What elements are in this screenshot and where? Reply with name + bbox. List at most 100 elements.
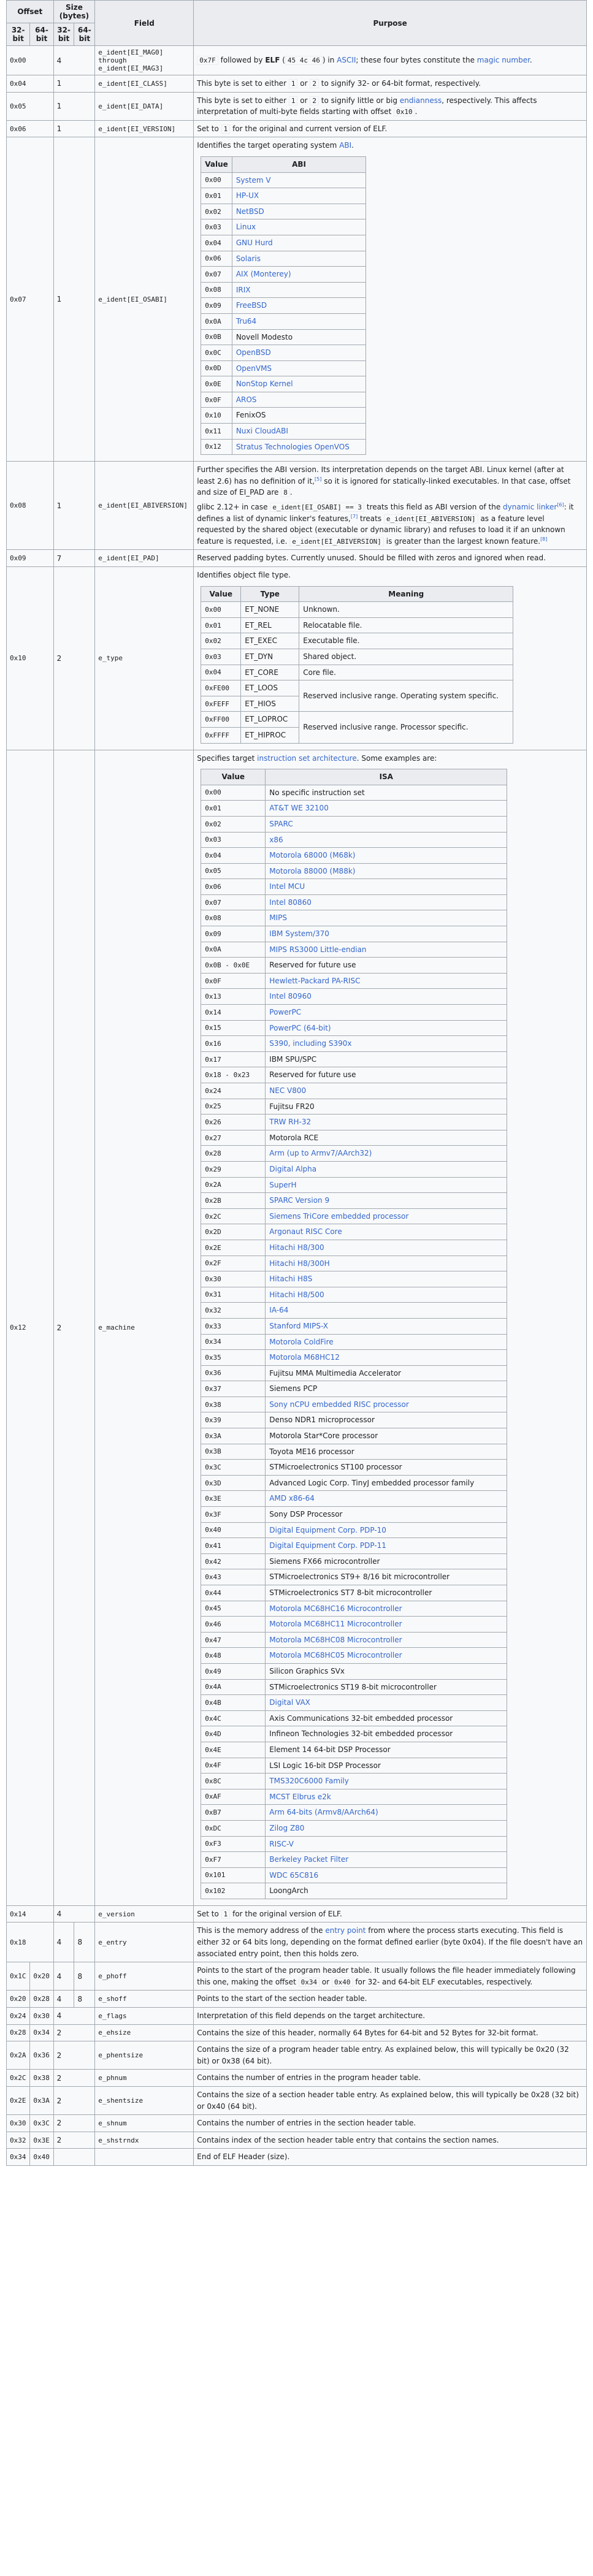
- osabi-name-link[interactable]: Linux: [236, 223, 256, 231]
- osabi-name: FreeBSD: [231, 297, 367, 314]
- osabi-name-link[interactable]: NetBSD: [236, 207, 264, 216]
- machine-isa-link[interactable]: SPARC: [269, 820, 293, 828]
- machine-row: 0x45 Motorola MC68HC16 Microcontroller: [201, 1600, 508, 1617]
- osabi-name-link[interactable]: System V: [236, 176, 271, 185]
- table-row: 0x28 0x34 2 e_ehsize Contains the size o…: [6, 2024, 587, 2042]
- machine-value: 0x2B: [201, 1192, 266, 1209]
- reference-link[interactable]: [8]: [540, 536, 547, 542]
- machine-isa-link[interactable]: IA-64: [269, 1306, 288, 1314]
- endianness-link[interactable]: endianness: [400, 96, 442, 105]
- osabi-name-link[interactable]: GNU Hurd: [236, 238, 273, 247]
- size-cell: 1: [53, 75, 96, 93]
- table-row: 0x32 0x3E 2 e_shstrndx Contains index of…: [6, 2131, 587, 2149]
- machine-isa-link[interactable]: Hitachi H8/500: [269, 1290, 324, 1299]
- osabi-name-link[interactable]: Nuxi CloudABI: [236, 427, 288, 435]
- machine-isa-link[interactable]: x86: [269, 836, 283, 844]
- osabi-name-link[interactable]: Solaris: [236, 254, 261, 263]
- reference-link[interactable]: [5]: [315, 476, 321, 482]
- size-64-header: 64-bit: [74, 23, 96, 46]
- machine-isa-link[interactable]: Intel 80960: [269, 992, 312, 1000]
- machine-isa-link[interactable]: Digital Alpha: [269, 1165, 316, 1173]
- isa-link[interactable]: instruction set architecture: [257, 754, 357, 763]
- machine-isa-link[interactable]: Hewlett-Packard PA-RISC: [269, 977, 360, 985]
- machine-isa-link[interactable]: Motorola MC68HC16 Microcontroller: [269, 1604, 402, 1613]
- osabi-name-link[interactable]: Stratus Technologies OpenVOS: [236, 443, 350, 451]
- magic-number-link[interactable]: magic number: [477, 56, 530, 64]
- reference-link[interactable]: [7]: [351, 514, 358, 519]
- machine-isa-link[interactable]: Sony nCPU embedded RISC processor: [269, 1400, 409, 1409]
- machine-isa-link[interactable]: Digital VAX: [269, 1698, 310, 1707]
- offset-64-cell: 0x3E: [29, 2131, 54, 2149]
- machine-row: 0x39 Denso NDR1 microprocessor: [201, 1412, 508, 1429]
- machine-isa: Stanford MIPS-X: [265, 1317, 508, 1335]
- machine-isa-link[interactable]: SPARC Version 9: [269, 1196, 329, 1205]
- machine-isa-link[interactable]: Intel 80860: [269, 898, 312, 907]
- machine-isa-link[interactable]: Motorola M68HC12: [269, 1353, 340, 1362]
- offset-cell: 0x09: [6, 549, 54, 567]
- dynamic-linker-link[interactable]: dynamic linker: [503, 503, 557, 511]
- machine-isa-link[interactable]: Motorola MC68HC11 Microcontroller: [269, 1620, 402, 1628]
- machine-isa: Motorola MC68HC11 Microcontroller: [265, 1616, 508, 1633]
- osabi-name-link[interactable]: Tru64: [236, 317, 256, 326]
- machine-isa-link[interactable]: Arm (up to Armv7/AArch32): [269, 1149, 372, 1157]
- abi-header: ABI: [231, 156, 367, 173]
- machine-isa: SuperH: [265, 1176, 508, 1194]
- machine-isa: Sony nCPU embedded RISC processor: [265, 1396, 508, 1413]
- machine-isa-link[interactable]: Hitachi H8/300: [269, 1243, 324, 1252]
- machine-isa-link[interactable]: Hitachi H8/300H: [269, 1259, 329, 1268]
- machine-isa-link[interactable]: TMS320C6000 Family: [269, 1777, 349, 1785]
- machine-isa-link[interactable]: RISC-V: [269, 1840, 294, 1848]
- ascii-link[interactable]: ASCII: [337, 56, 356, 64]
- purpose-cell: Contains the number of entries in the se…: [193, 2114, 587, 2132]
- machine-isa-link[interactable]: PowerPC (64-bit): [269, 1024, 331, 1032]
- reference-link[interactable]: [6]: [557, 502, 564, 508]
- machine-isa-link[interactable]: Arm 64-bits (Armv8/AArch64): [269, 1808, 378, 1816]
- machine-isa: MCST Elbrus e2k: [265, 1788, 508, 1805]
- osabi-name-link[interactable]: OpenBSD: [236, 348, 271, 357]
- abi-link[interactable]: ABI: [339, 141, 351, 150]
- machine-isa-link[interactable]: IBM System/370: [269, 929, 329, 938]
- machine-isa-link[interactable]: S390, including S390x: [269, 1039, 351, 1048]
- machine-isa-link[interactable]: Stanford MIPS-X: [269, 1322, 328, 1330]
- machine-isa-link[interactable]: Motorola 68000 (M68k): [269, 851, 355, 859]
- machine-isa-link[interactable]: Motorola MC68HC08 Microcontroller: [269, 1636, 402, 1644]
- code: 45 4c 46: [285, 56, 323, 66]
- machine-value: 0xF3: [201, 1835, 266, 1853]
- machine-isa-link[interactable]: SuperH: [269, 1181, 296, 1189]
- machine-isa-link[interactable]: MIPS: [269, 913, 287, 922]
- machine-isa-link[interactable]: MIPS RS3000 Little-endian: [269, 945, 366, 954]
- machine-isa-link[interactable]: Digital Equipment Corp. PDP-10: [269, 1526, 386, 1534]
- machine-isa-link[interactable]: Berkeley Packet Filter: [269, 1855, 348, 1864]
- machine-isa-link[interactable]: Digital Equipment Corp. PDP-11: [269, 1541, 386, 1550]
- machine-isa-link[interactable]: AT&T WE 32100: [269, 804, 329, 812]
- osabi-name-link[interactable]: AROS: [236, 395, 257, 404]
- offset-64-cell: 0x36: [29, 2041, 54, 2070]
- osabi-row: 0x06 Solaris: [201, 250, 367, 267]
- osabi-name-link[interactable]: IRIX: [236, 286, 251, 294]
- machine-isa-link[interactable]: Zilog Z80: [269, 1824, 304, 1832]
- machine-row: 0x02 SPARC: [201, 815, 508, 833]
- osabi-name-link[interactable]: FreeBSD: [236, 301, 267, 310]
- machine-isa-link[interactable]: Motorola ColdFire: [269, 1338, 333, 1346]
- entry-point-link[interactable]: entry point: [325, 1926, 365, 1935]
- machine-isa-link[interactable]: Intel MCU: [269, 882, 305, 891]
- machine-isa-link[interactable]: TRW RH-32: [269, 1118, 311, 1126]
- machine-isa-link[interactable]: Siemens TriCore embedded processor: [269, 1212, 408, 1221]
- machine-isa: Reserved for future use: [265, 1067, 508, 1083]
- machine-isa-link[interactable]: Argonaut RISC Core: [269, 1227, 342, 1236]
- machine-isa-link[interactable]: Motorola 88000 (M88k): [269, 867, 355, 875]
- machine-isa-link[interactable]: Motorola MC68HC05 Microcontroller: [269, 1651, 402, 1660]
- machine-isa: Silicon Graphics SVx: [265, 1663, 508, 1680]
- osabi-name-link[interactable]: AIX (Monterey): [236, 270, 291, 278]
- machine-isa-link[interactable]: Hitachi H8S: [269, 1275, 312, 1283]
- machine-isa-link[interactable]: NEC V800: [269, 1086, 306, 1095]
- machine-isa-link[interactable]: MCST Elbrus e2k: [269, 1793, 331, 1801]
- machine-isa-link[interactable]: WDC 65C816: [269, 1871, 318, 1880]
- osabi-name-link[interactable]: HP-UX: [236, 191, 259, 200]
- osabi-name-link[interactable]: NonStop Kernel: [236, 379, 293, 388]
- etype-value: 0xFE00: [201, 680, 242, 696]
- osabi-name-link[interactable]: OpenVMS: [236, 364, 272, 373]
- etype-meaning: Relocatable file.: [299, 617, 514, 634]
- machine-isa-link[interactable]: PowerPC: [269, 1008, 301, 1016]
- machine-isa-link[interactable]: AMD x86-64: [269, 1494, 315, 1503]
